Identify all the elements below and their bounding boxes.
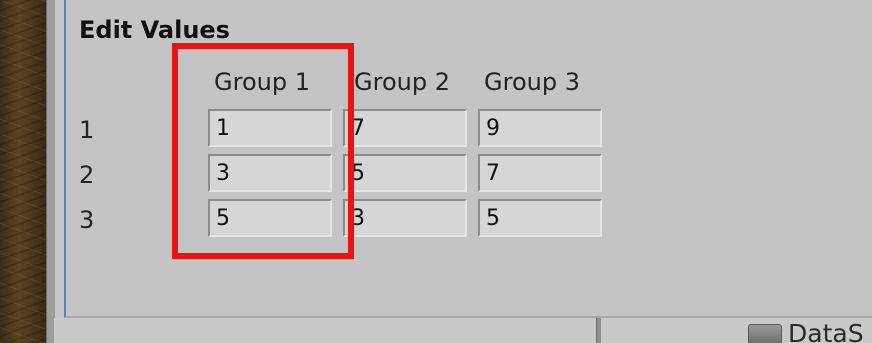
value-cell-r2-group-1[interactable] <box>208 154 332 192</box>
value-cell-r3-group-3[interactable] <box>478 199 602 237</box>
dialog-title: Edit Values <box>79 16 230 44</box>
value-cell-r1-group-2[interactable] <box>343 109 467 147</box>
value-cell-r1-group-3[interactable] <box>478 109 602 147</box>
value-cell-r2-group-3[interactable] <box>478 154 602 192</box>
value-cell-r1-group-1[interactable] <box>208 109 332 147</box>
column-header-group-1: Group 1 <box>214 68 310 96</box>
column-header-group-3: Group 3 <box>484 68 580 96</box>
window-frame-edge <box>46 0 55 343</box>
column-header-group-2: Group 2 <box>354 68 450 96</box>
edit-values-dialog: Edit Values Group 1 Group 2 Group 3 1 2 … <box>64 0 872 318</box>
row-label-1: 1 <box>79 116 95 144</box>
value-cell-r2-group-2[interactable] <box>343 154 467 192</box>
data-item-label: DataS <box>788 319 864 343</box>
row-label-2: 2 <box>79 161 95 189</box>
folder-icon <box>748 324 782 343</box>
data-list-item[interactable]: DataS <box>748 320 864 343</box>
background-panel-divider[interactable] <box>596 318 601 343</box>
value-cell-r3-group-1[interactable] <box>208 199 332 237</box>
value-cell-r3-group-2[interactable] <box>343 199 467 237</box>
desktop-wood-background <box>0 0 46 343</box>
row-label-3: 3 <box>79 206 95 234</box>
screen: DataS Edit Values Group 1 Group 2 Group … <box>0 0 872 343</box>
